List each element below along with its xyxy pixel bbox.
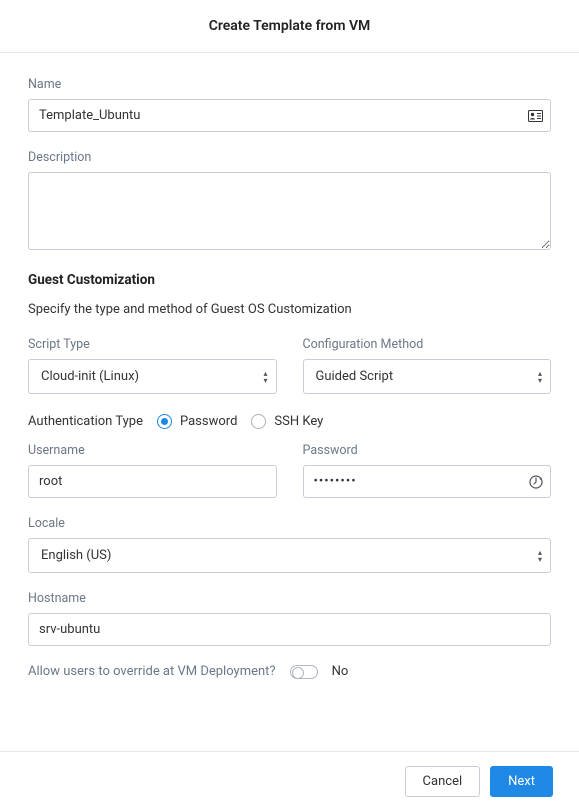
cancel-button[interactable]: Cancel <box>405 766 481 797</box>
username-label: Username <box>28 443 277 458</box>
generate-password-icon[interactable] <box>529 475 543 489</box>
credentials-row: Username Password <box>28 443 551 498</box>
override-label: Allow users to override at VM Deployment… <box>28 664 276 679</box>
config-method-label: Configuration Method <box>303 337 552 352</box>
password-col: Password <box>303 443 552 498</box>
chevron-updown-icon <box>538 370 542 384</box>
hostname-label: Hostname <box>28 591 551 606</box>
override-toggle[interactable] <box>290 665 318 679</box>
script-type-select[interactable]: Cloud-init (Linux) <box>28 359 277 394</box>
contact-card-icon[interactable] <box>528 110 543 122</box>
config-method-col: Configuration Method Guided Script <box>303 337 552 394</box>
guest-customization-desc: Specify the type and method of Guest OS … <box>28 302 551 317</box>
password-input[interactable] <box>303 465 552 498</box>
dialog-footer: Cancel Next <box>0 751 579 811</box>
password-label: Password <box>303 443 552 458</box>
override-value: No <box>332 664 349 679</box>
radio-unchecked-icon <box>251 414 266 429</box>
hostname-wrap <box>28 613 551 646</box>
script-type-col: Script Type Cloud-init (Linux) <box>28 337 277 394</box>
hostname-input[interactable] <box>28 613 551 646</box>
chevron-updown-icon <box>538 549 542 563</box>
script-config-row: Script Type Cloud-init (Linux) Configura… <box>28 337 551 394</box>
config-method-value: Guided Script <box>316 369 394 384</box>
guest-customization-header: Guest Customization <box>28 272 551 288</box>
config-method-select[interactable]: Guided Script <box>303 359 552 394</box>
auth-type-label: Authentication Type <box>28 414 143 429</box>
auth-radio-password[interactable]: Password <box>157 414 237 429</box>
override-row: Allow users to override at VM Deployment… <box>28 664 551 679</box>
locale-value: English (US) <box>41 548 111 563</box>
description-label: Description <box>28 150 551 165</box>
name-input[interactable] <box>28 99 551 132</box>
auth-password-text: Password <box>180 414 237 429</box>
script-type-value: Cloud-init (Linux) <box>41 369 139 384</box>
locale-select[interactable]: English (US) <box>28 538 551 573</box>
auth-radio-sshkey[interactable]: SSH Key <box>251 414 323 429</box>
locale-label: Locale <box>28 516 551 531</box>
next-button[interactable]: Next <box>490 766 553 797</box>
description-textarea[interactable] <box>28 172 551 250</box>
password-wrap <box>303 465 552 498</box>
name-input-wrap <box>28 99 551 132</box>
radio-checked-icon <box>157 414 172 429</box>
auth-type-row: Authentication Type Password SSH Key <box>28 414 551 429</box>
dialog-content: Name Description Guest Customization Spe… <box>0 53 579 679</box>
description-wrap <box>28 172 551 254</box>
auth-sshkey-text: SSH Key <box>274 414 323 429</box>
script-type-label: Script Type <box>28 337 277 352</box>
username-input[interactable] <box>28 465 277 498</box>
name-label: Name <box>28 77 551 92</box>
dialog-title: Create Template from VM <box>0 0 579 53</box>
username-col: Username <box>28 443 277 498</box>
chevron-updown-icon <box>263 370 267 384</box>
